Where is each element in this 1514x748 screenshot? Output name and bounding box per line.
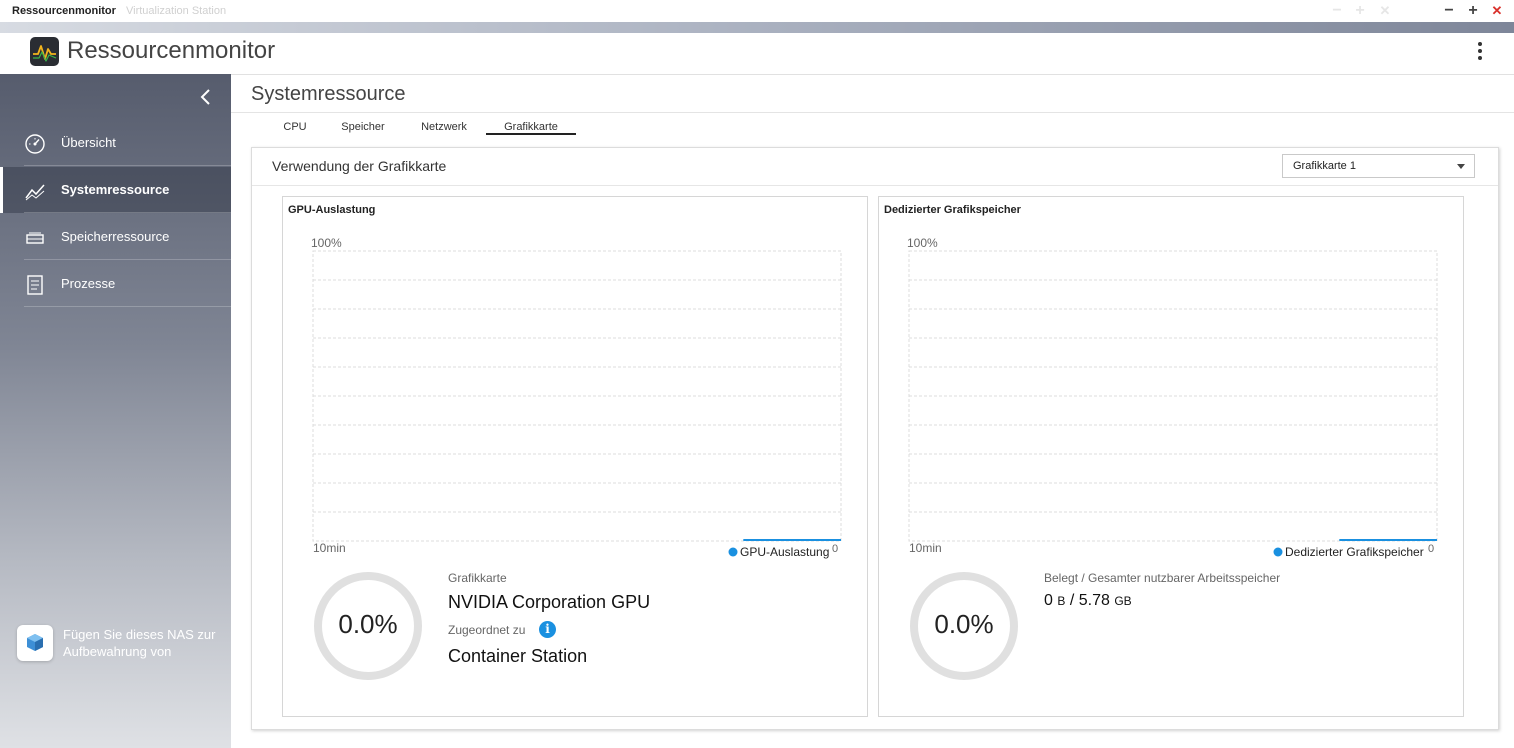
memory-gauge-value: 0.0%	[934, 609, 994, 639]
x-right-label: 0	[1428, 543, 1434, 555]
gpu-gauge-value: 0.0%	[338, 609, 398, 639]
y-max-label: 100%	[311, 236, 342, 250]
tab-cpu[interactable]: CPU	[276, 119, 314, 135]
inactive-maximize-icon: +	[1355, 2, 1365, 19]
legend-label: Dedizierter Grafikspeicher	[1285, 545, 1424, 559]
inactive-close-icon: ✕	[1379, 3, 1391, 18]
page-title: Systemressource	[251, 83, 406, 105]
gpu-usage-panel: Verwendung der Grafikkarte Grafikkarte 1…	[251, 147, 1499, 730]
sidebar-item-systemressource[interactable]: Systemressource	[0, 167, 231, 213]
app-header: Ressourcenmonitor	[0, 33, 1514, 75]
gpu-select-value: Grafikkarte 1	[1293, 160, 1356, 172]
storage-drive-icon	[24, 227, 46, 249]
sidebar-item-speicherressource[interactable]: Speicherressource	[0, 214, 231, 260]
x-right-label: 0	[832, 543, 838, 555]
nas-cube-icon[interactable]	[17, 625, 53, 661]
sidebar-item-prozesse[interactable]: Prozesse	[0, 261, 231, 307]
gpu-card-name: NVIDIA Corporation GPU	[448, 592, 651, 612]
total-unit: GB	[1114, 594, 1132, 608]
used-total-label: Belegt / Gesamter nutzbarer Arbeitsspeic…	[1044, 571, 1281, 585]
speedometer-icon	[24, 133, 46, 155]
sidebar-item-label: Speicherressource	[61, 229, 170, 244]
more-options-icon[interactable]	[1470, 39, 1490, 65]
process-list-icon	[24, 274, 46, 296]
gpu-utilization-chart: 100% 10min GPU-Auslastung 0	[311, 236, 842, 559]
gpu-utilization-card: GPU-Auslastung 100% 10min GPU-Auslastung…	[282, 196, 868, 717]
minimize-button[interactable]: −	[1441, 3, 1457, 19]
used-unit: B	[1057, 594, 1066, 608]
separator: /	[1069, 592, 1075, 609]
promo-text[interactable]: Fügen Sie dieses NAS zur Aufbewahrung vo…	[63, 626, 223, 660]
chevron-left-icon[interactable]	[196, 86, 216, 108]
info-icon[interactable]: i	[539, 621, 556, 638]
resource-monitor-logo-icon	[30, 37, 59, 66]
chart-line-icon	[24, 180, 46, 202]
x-left-label: 10min	[313, 541, 346, 555]
panel-title: Verwendung der Grafikkarte	[272, 158, 447, 174]
total-number: 5.78	[1078, 592, 1110, 609]
window-tab-virtualization-station[interactable]: Virtualization Station	[121, 0, 231, 22]
window-accent-bar	[0, 22, 1514, 33]
sidebar-item-label: Prozesse	[61, 276, 116, 291]
divider	[252, 185, 1498, 186]
window-tab-ressourcenmonitor[interactable]: Ressourcenmonitor	[7, 0, 121, 22]
gpu-select-dropdown[interactable]: Grafikkarte 1	[1282, 154, 1475, 178]
dedicated-gpu-memory-card: Dedizierter Grafikspeicher 100% 10min De…	[878, 196, 1464, 717]
used-number: 0	[1044, 592, 1053, 609]
legend-label: GPU-Auslastung	[740, 545, 829, 559]
tab-netzwerk[interactable]: Netzwerk	[414, 119, 474, 135]
gpu-card-label: Grafikkarte	[448, 571, 507, 585]
legend-dot-icon	[1273, 547, 1283, 557]
y-max-label: 100%	[907, 236, 938, 250]
dedicated-gpu-memory-chart: 100% 10min Dedizierter Grafikspeicher 0	[907, 236, 1438, 559]
app-title: Ressourcenmonitor	[67, 37, 276, 64]
maximize-button[interactable]: +	[1465, 3, 1481, 19]
x-left-label: 10min	[909, 541, 942, 555]
inactive-minimize-icon: −	[1332, 2, 1342, 19]
divider	[231, 112, 1514, 113]
legend-dot-icon	[728, 547, 738, 557]
window-tab-bar: Ressourcenmonitor Virtualization Station…	[0, 0, 1514, 22]
close-button[interactable]: ✕	[1489, 3, 1505, 19]
caret-down-icon	[1457, 164, 1465, 169]
sidebar-item-label: Systemressource	[61, 182, 170, 197]
active-tab-indicator	[486, 133, 576, 135]
assigned-to-value: Container Station	[448, 646, 588, 666]
memory-usage-value: 0 B / 5.78 GB	[1044, 592, 1132, 610]
sidebar-item-label: Übersicht	[61, 135, 116, 150]
assigned-to-label: Zugeordnet zu	[448, 623, 526, 637]
tab-speicher[interactable]: Speicher	[336, 119, 390, 135]
sidebar-item-uebersicht[interactable]: Übersicht	[0, 120, 231, 166]
